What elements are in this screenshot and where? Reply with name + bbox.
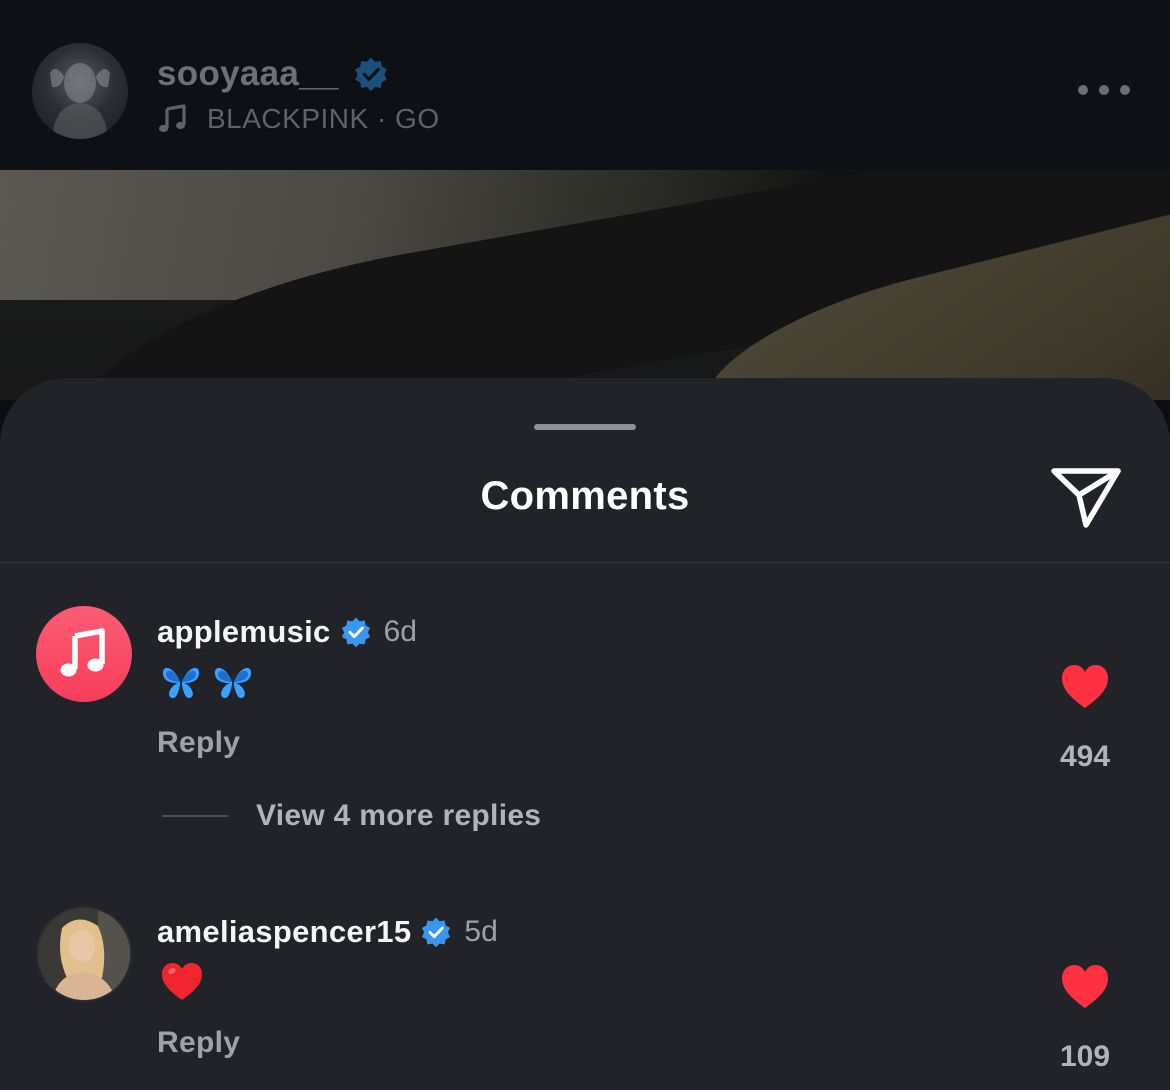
red-heart-emoji xyxy=(162,963,202,1000)
comment-text: ❤️ xyxy=(160,960,204,1004)
comment-text: 🦋🦋 xyxy=(160,660,254,704)
view-more-replies-label[interactable]: View 4 more replies xyxy=(256,799,541,833)
comment-avatar[interactable] xyxy=(36,606,132,702)
like-count: 109 xyxy=(1059,1040,1111,1073)
more-dot xyxy=(1099,85,1109,95)
avatar-photo xyxy=(38,908,130,1000)
comment-timestamp: 6d xyxy=(383,615,417,648)
replies-divider-line xyxy=(162,815,228,817)
comments-sheet: Comments applemusic 6d Reply 494 View 4 … xyxy=(0,378,1170,1090)
send-icon[interactable] xyxy=(1048,461,1124,531)
more-horizontal-icon[interactable] xyxy=(1078,80,1130,100)
more-dot xyxy=(1120,85,1130,95)
reply-button[interactable]: Reply xyxy=(157,726,240,760)
more-dot xyxy=(1078,85,1088,95)
verified-badge-icon xyxy=(354,57,387,92)
verified-badge-icon xyxy=(341,617,370,648)
sheet-divider xyxy=(0,562,1170,563)
view-more-replies-button[interactable]: View 4 more replies xyxy=(162,796,541,836)
butterfly-emoji xyxy=(214,667,252,699)
sheet-title: Comments xyxy=(480,474,690,518)
comment-timestamp: 5d xyxy=(464,915,498,948)
post-author-avatar[interactable] xyxy=(32,43,128,139)
post-music-row[interactable]: BLACKPINK · GO xyxy=(157,99,440,139)
post-author-username[interactable]: sooyaaa__ xyxy=(157,54,339,94)
comment-avatar[interactable] xyxy=(36,906,132,1002)
like-count: 494 xyxy=(1059,740,1111,773)
sheet-drag-handle[interactable] xyxy=(534,424,636,430)
music-note-icon xyxy=(60,628,105,677)
heart-filled-icon[interactable] xyxy=(1060,664,1110,710)
butterfly-emoji xyxy=(162,667,200,699)
post-author-row[interactable]: sooyaaa__ xyxy=(157,52,389,96)
reels-comments-screen: sooyaaa__ BLACKPINK · GO Comments applem… xyxy=(0,0,1170,1090)
comment-username[interactable]: ameliaspencer15 xyxy=(157,914,411,950)
heart-filled-icon[interactable] xyxy=(1060,964,1110,1010)
avatar-photo xyxy=(50,63,110,139)
post-music-label[interactable]: BLACKPINK · GO xyxy=(207,103,440,135)
music-note-icon xyxy=(159,104,186,133)
comment-username[interactable]: applemusic xyxy=(157,614,331,650)
post-header: sooyaaa__ BLACKPINK · GO xyxy=(0,0,1170,170)
post-media xyxy=(0,170,1170,400)
comment-header: ameliaspencer15 5d xyxy=(157,912,498,952)
reply-button[interactable]: Reply xyxy=(157,1026,240,1060)
comment-header: applemusic 6d xyxy=(157,612,417,652)
verified-badge-icon xyxy=(422,917,451,948)
